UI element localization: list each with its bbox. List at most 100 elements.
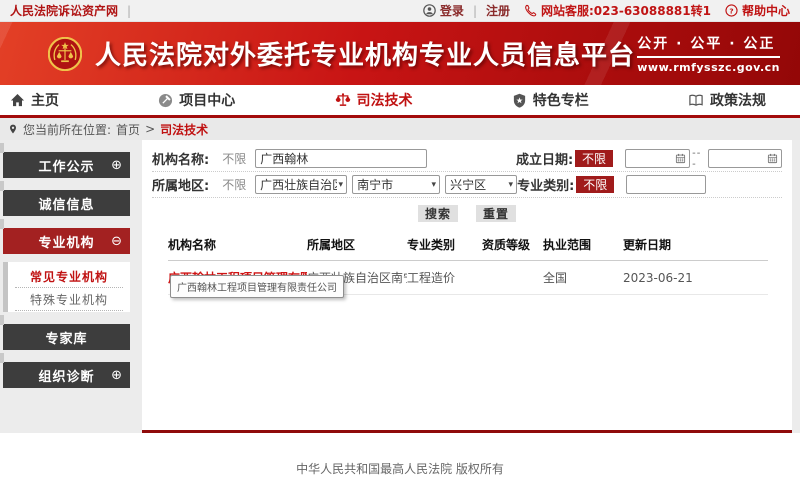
date-to-input[interactable] <box>708 149 782 168</box>
expand-icon[interactable]: ⊕ <box>111 369 123 382</box>
form-row-region: 所属地区: 不限 广西壮族自治区 ▾ 南宁市 ▾ 兴宁区 ▾ 专业类别: 不限 <box>152 172 782 198</box>
cell-scope: 全国 <box>543 261 623 295</box>
nav-item-label: 特色专栏 <box>533 90 589 110</box>
district-select-value: 兴宁区 <box>450 176 506 193</box>
top-utility-bar: 人民法院诉讼资产网 | 登录 | 注册 网站客服:023-63088881转1 … <box>0 0 800 22</box>
phone-icon <box>524 4 537 17</box>
founded-date-label: 成立日期: <box>516 149 573 168</box>
help-center-link[interactable]: 帮助中心 <box>742 2 790 19</box>
col-header-grade: 资质等级 <box>482 230 543 261</box>
cell-updated: 2023-06-21 <box>623 261 768 295</box>
city-select-value: 南宁市 <box>357 176 429 193</box>
login-register-divider: | <box>473 4 477 18</box>
nav-item-label: 主页 <box>31 90 59 110</box>
sidebar-item-label: 工作公示 <box>38 156 94 175</box>
calendar-icon <box>675 153 686 164</box>
sidebar-item-professional-orgs[interactable]: 专业机构 ⊖ <box>3 228 130 254</box>
main-area: 工作公示 ⊕ 诚信信息 专业机构 ⊖ 常见专业机构 特殊专业机构 专家库 组织诊… <box>0 140 800 433</box>
breadcrumb-separator: > <box>145 122 155 136</box>
reset-button[interactable]: 重置 <box>476 205 516 222</box>
scales-icon <box>335 92 351 108</box>
sidebar-item-label: 诚信信息 <box>38 194 94 213</box>
footer-copyright: 中华人民共和国最高人民法院 版权所有 <box>0 433 800 484</box>
svg-text:?: ? <box>729 6 733 15</box>
site-url: www.rmfysszc.gov.cn <box>637 61 780 74</box>
sidebar-submenu: 常见专业机构 特殊专业机构 <box>3 262 130 312</box>
city-select[interactable]: 南宁市 ▾ <box>352 175 440 194</box>
district-select[interactable]: 兴宁区 ▾ <box>445 175 517 194</box>
col-header-region: 所属地区 <box>307 230 407 261</box>
main-nav: 主页 项目中心 司法技术 特色专栏 政策法规 <box>0 85 800 118</box>
category-group: 专业类别: 不限 <box>517 175 782 194</box>
chevron-down-icon: ▾ <box>339 180 344 190</box>
col-header-org-name: 机构名称 <box>168 230 307 261</box>
nav-item-judicial-tech[interactable]: 司法技术 <box>335 90 413 110</box>
form-row-org-name: 机构名称: 不限 成立日期: 不限 --- <box>152 146 782 172</box>
category-unlimited-button[interactable]: 不限 <box>576 176 614 193</box>
sidebar-item-label: 组织诊断 <box>38 366 94 385</box>
col-header-updated: 更新日期 <box>623 230 768 261</box>
nav-item-special-column[interactable]: 特色专栏 <box>512 90 589 110</box>
home-icon <box>10 93 25 108</box>
login-link[interactable]: 登录 <box>440 2 464 19</box>
calendar-icon <box>767 153 778 164</box>
cell-grade <box>482 261 543 295</box>
nav-item-label: 项目中心 <box>179 90 235 110</box>
project-center-icon <box>158 93 173 108</box>
category-label: 专业类别: <box>517 175 574 194</box>
org-name-input[interactable] <box>255 149 427 168</box>
collapse-icon[interactable]: ⊖ <box>111 235 123 248</box>
site-name-link[interactable]: 人民法院诉讼资产网 <box>10 2 118 19</box>
sidebar-item-work-publicity[interactable]: 工作公示 ⊕ <box>3 152 130 178</box>
user-icon <box>423 4 436 17</box>
date-range-separator: --- <box>692 148 706 170</box>
content-panel: 机构名称: 不限 成立日期: 不限 --- <box>142 140 792 433</box>
chevron-down-icon: ▾ <box>509 180 514 190</box>
region-unlimited-option[interactable]: 不限 <box>222 176 255 193</box>
cell-category: 工程造价 <box>407 261 482 295</box>
province-select-value: 广西壮族自治区 <box>260 176 336 193</box>
category-input[interactable] <box>626 175 706 194</box>
founded-date-unlimited-button[interactable]: 不限 <box>575 150 613 167</box>
breadcrumb-prefix: 您当前所在位置: <box>23 121 111 138</box>
court-emblem-icon <box>48 37 82 71</box>
sidebar-item-expert-pool[interactable]: 专家库 <box>3 324 130 350</box>
sidebar-subitem-common-orgs[interactable]: 常见专业机构 <box>15 265 123 288</box>
nav-item-project-center[interactable]: 项目中心 <box>158 90 235 110</box>
expand-icon[interactable]: ⊕ <box>111 159 123 172</box>
founded-date-group: 成立日期: 不限 --- <box>516 148 782 170</box>
nav-item-home[interactable]: 主页 <box>10 90 59 110</box>
nav-item-policies[interactable]: 政策法规 <box>688 90 766 110</box>
region-label: 所属地区: <box>152 175 209 194</box>
sidebar-item-org-diagnosis[interactable]: 组织诊断 ⊕ <box>3 362 130 388</box>
help-question-icon: ? <box>725 4 738 17</box>
breadcrumb-current: 司法技术 <box>160 121 208 138</box>
col-header-category: 专业类别 <box>407 230 482 261</box>
book-icon <box>688 93 704 108</box>
org-name-unlimited-option[interactable]: 不限 <box>222 150 255 167</box>
sidebar-item-integrity-info[interactable]: 诚信信息 <box>3 190 130 216</box>
form-buttons-row: 搜索 重置 <box>142 200 792 226</box>
sidebar-item-label: 专家库 <box>45 328 87 347</box>
province-select[interactable]: 广西壮族自治区 ▾ <box>255 175 347 194</box>
register-link[interactable]: 注册 <box>486 2 510 19</box>
service-hotline-text: 网站客服:023-63088881转1 <box>541 2 711 19</box>
nav-item-label: 司法技术 <box>357 90 413 110</box>
date-from-input[interactable] <box>625 149 690 168</box>
topbar-divider: | <box>127 4 131 18</box>
site-banner: 人民法院对外委托专业机构专业人员信息平台 公开 · 公平 · 公正 www.rm… <box>0 22 800 85</box>
nav-item-label: 政策法规 <box>710 90 766 110</box>
slogan-block: 公开 · 公平 · 公正 www.rmfysszc.gov.cn <box>637 33 784 74</box>
sidebar-menu: 工作公示 ⊕ 诚信信息 专业机构 ⊖ 常见专业机构 特殊专业机构 专家库 组织诊… <box>3 152 130 400</box>
topbar-right: 登录 | 注册 网站客服:023-63088881转1 ? 帮助中心 <box>409 2 790 19</box>
slogan-text: 公开 · 公平 · 公正 <box>637 33 780 58</box>
table-header-row: 机构名称 所属地区 专业类别 资质等级 执业范围 更新日期 <box>168 230 768 261</box>
badge-star-icon <box>512 93 527 108</box>
col-header-scope: 执业范围 <box>543 230 623 261</box>
sidebar-subitem-special-orgs[interactable]: 特殊专业机构 <box>15 288 123 311</box>
location-pin-icon <box>8 123 18 135</box>
breadcrumb-home-link[interactable]: 首页 <box>116 121 140 138</box>
search-button[interactable]: 搜索 <box>418 205 458 222</box>
breadcrumb: 您当前所在位置: 首页 > 司法技术 <box>0 118 800 140</box>
chevron-down-icon: ▾ <box>432 180 437 190</box>
